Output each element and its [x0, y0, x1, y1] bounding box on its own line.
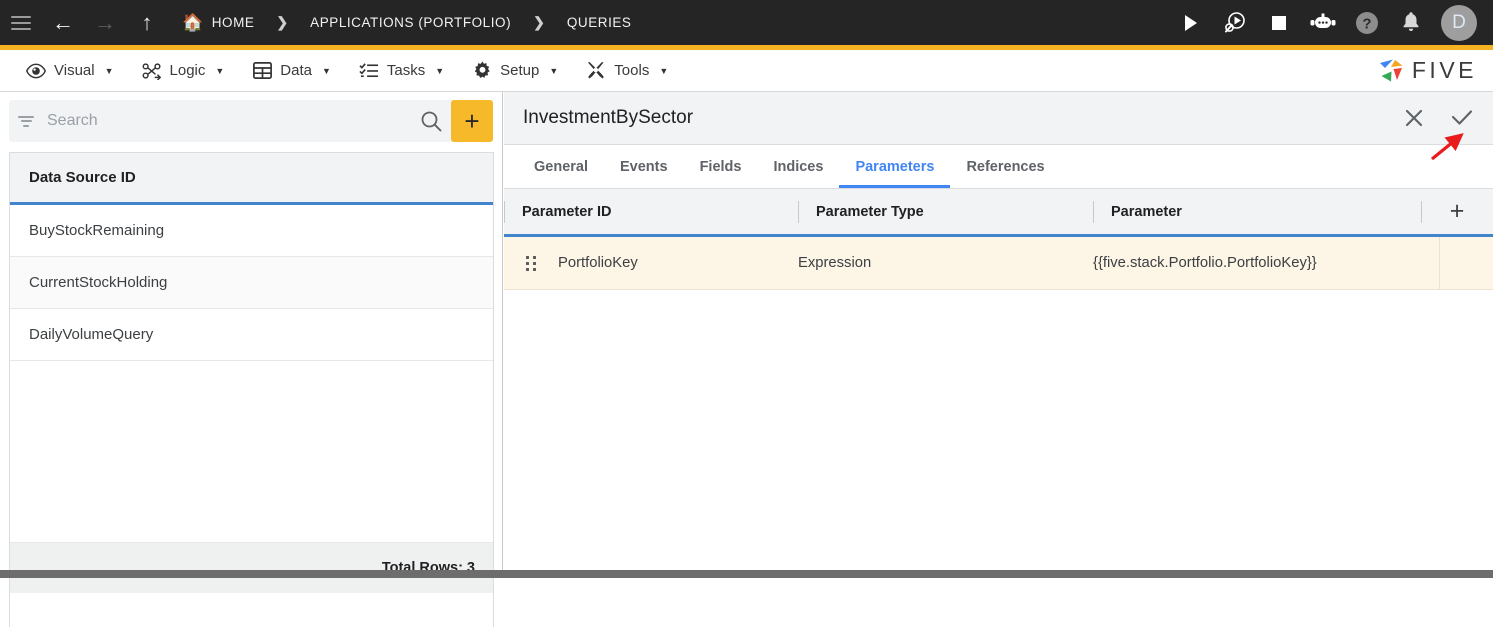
tab-general[interactable]: General: [518, 146, 604, 188]
search-bar: +: [9, 100, 493, 142]
detail-title-bar: InvestmentBySector: [504, 92, 1493, 145]
gear-icon: [472, 61, 492, 81]
tab-indices[interactable]: Indices: [757, 146, 839, 188]
column-header-parameter-type[interactable]: Parameter Type: [798, 188, 1093, 236]
breadcrumb-separator-icon: ❯: [276, 14, 289, 30]
breadcrumb-separator-icon: ❯: [533, 14, 545, 30]
row-action-cell: [1439, 236, 1493, 290]
breadcrumb: 🏠 HOME ❯ APPLICATIONS (PORTFOLIO) ❯ QUER…: [178, 14, 636, 31]
menu-label-logic: Logic: [169, 62, 206, 79]
chevron-down-icon: ▼: [549, 65, 559, 76]
debug-icon[interactable]: [1215, 0, 1255, 45]
table-row[interactable]: CurrentStockHolding: [10, 257, 493, 309]
parameters-table-header: Parameter ID Parameter Type Parameter +: [504, 189, 1493, 237]
breadcrumb-item-queries[interactable]: QUERIES: [563, 15, 636, 30]
data-source-table: Data Source ID BuyStockRemaining Current…: [9, 152, 494, 627]
hamburger-menu-icon[interactable]: [0, 0, 42, 45]
five-pinwheel-icon: [1379, 59, 1403, 81]
menu-item-visual[interactable]: Visual ▼: [12, 50, 128, 92]
detail-actions: [1397, 98, 1493, 138]
cell-parameter-type: Expression: [798, 255, 872, 271]
tab-references[interactable]: References: [950, 146, 1060, 188]
checkmark-icon: [1451, 110, 1473, 125]
menu-item-tasks[interactable]: Tasks ▼: [345, 50, 458, 92]
menu-item-data[interactable]: Data ▼: [238, 50, 345, 92]
help-icon[interactable]: ?: [1347, 0, 1387, 45]
stop-icon[interactable]: [1259, 0, 1299, 45]
svg-text:?: ?: [1362, 15, 1371, 32]
breadcrumb-label-home: HOME: [211, 15, 255, 30]
up-arrow-icon[interactable]: ↑: [126, 0, 168, 45]
chatbot-icon[interactable]: [1303, 0, 1343, 45]
add-data-source-button[interactable]: +: [451, 100, 493, 142]
drag-handle-icon[interactable]: [504, 255, 558, 271]
home-icon: 🏠: [182, 13, 204, 32]
cell-parameter-id: PortfolioKey: [558, 255, 638, 271]
menu-item-setup[interactable]: Setup ▼: [458, 50, 572, 92]
five-brand-text: FIVE: [1411, 57, 1477, 83]
page-title: InvestmentBySector: [523, 107, 694, 128]
save-button[interactable]: [1445, 98, 1479, 138]
table-icon: [252, 61, 272, 81]
cell-parameter-value: {{five.stack.Portfolio.PortfolioKey}}: [1093, 255, 1317, 271]
notifications-icon[interactable]: [1391, 0, 1431, 45]
chevron-down-icon: ▼: [215, 65, 225, 76]
table-row[interactable]: DailyVolumeQuery: [10, 309, 493, 361]
search-icon[interactable]: [411, 110, 451, 132]
application-menu-bar: Visual ▼ Logic ▼ Data ▼ Tasks ▼ Setup ▼ …: [0, 50, 1493, 92]
column-header-data-source-id[interactable]: Data Source ID: [10, 153, 493, 205]
column-header-parameter[interactable]: Parameter: [1093, 188, 1391, 236]
wrench-screwdriver-icon: [586, 61, 606, 81]
menu-item-logic[interactable]: Logic ▼: [128, 50, 239, 92]
chevron-down-icon: ▼: [435, 65, 445, 76]
close-icon: [1405, 109, 1423, 127]
five-brand-logo: FIVE: [1376, 57, 1493, 85]
close-button[interactable]: [1397, 98, 1431, 138]
column-header-parameter-id[interactable]: Parameter ID: [504, 188, 798, 236]
chevron-down-icon: ▼: [104, 65, 114, 76]
table-empty-area: [10, 361, 493, 543]
topbar-action-group: ? D: [1171, 0, 1493, 45]
search-input[interactable]: [43, 112, 411, 130]
bottom-scrollbar[interactable]: [0, 570, 1493, 578]
eye-icon: [26, 61, 46, 81]
top-navigation-bar: ← → ↑ 🏠 HOME ❯ APPLICATIONS (PORTFOLIO) …: [0, 0, 1493, 45]
data-source-sidebar: + Data Source ID BuyStockRemaining Curre…: [0, 92, 503, 627]
forward-arrow-icon[interactable]: →: [84, 0, 126, 45]
logic-nodes-icon: [142, 61, 162, 81]
add-parameter-button[interactable]: +: [1421, 188, 1493, 236]
topbar-left-group: ← → ↑ 🏠 HOME ❯ APPLICATIONS (PORTFOLIO) …: [0, 0, 636, 45]
filter-icon[interactable]: [9, 115, 43, 127]
tab-parameters[interactable]: Parameters: [839, 146, 951, 188]
breadcrumb-item-home[interactable]: 🏠 HOME: [178, 14, 258, 31]
menu-label-tools: Tools: [614, 62, 650, 79]
chevron-down-icon: ▼: [659, 65, 669, 76]
user-avatar[interactable]: D: [1441, 4, 1477, 41]
menu-label-setup: Setup: [500, 62, 540, 79]
menu-label-visual: Visual: [54, 62, 95, 79]
tab-events[interactable]: Events: [604, 146, 684, 188]
table-row[interactable]: PortfolioKey Expression {{five.stack.Por…: [504, 236, 1493, 290]
total-rows-label: Total Rows: 3: [10, 543, 493, 593]
checklist-icon: [359, 61, 379, 81]
menu-item-tools[interactable]: Tools ▼: [572, 50, 682, 92]
menu-label-data: Data: [280, 62, 312, 79]
detail-tabs: General Events Fields Indices Parameters…: [504, 145, 1493, 189]
run-icon[interactable]: [1171, 0, 1211, 45]
breadcrumb-item-applications[interactable]: APPLICATIONS (PORTFOLIO): [306, 15, 515, 30]
query-detail-panel: InvestmentBySector General Events Fields…: [504, 92, 1493, 620]
tab-fields[interactable]: Fields: [684, 146, 758, 188]
table-row[interactable]: BuyStockRemaining: [10, 205, 493, 257]
back-arrow-icon[interactable]: ←: [42, 0, 84, 45]
chevron-down-icon: ▼: [321, 65, 331, 76]
menu-label-tasks: Tasks: [386, 62, 426, 79]
